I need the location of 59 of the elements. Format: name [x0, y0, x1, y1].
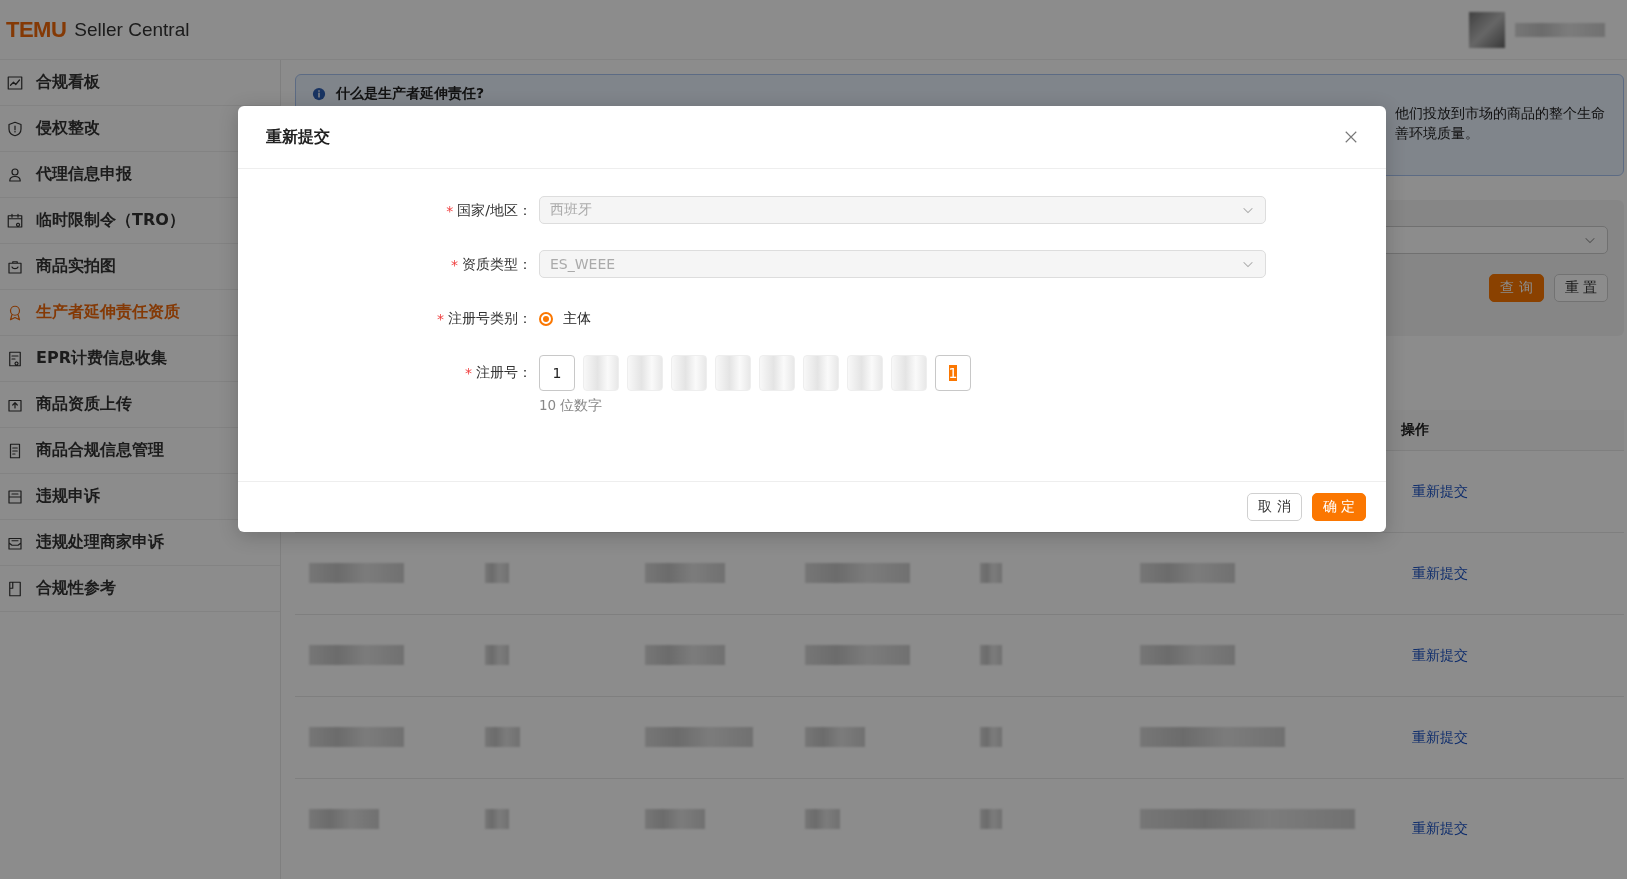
blurred-digit-input[interactable]	[671, 355, 707, 391]
filter-button[interactable]: 重 置	[1553, 273, 1608, 302]
blurred-text	[645, 809, 705, 829]
blurred-digit-input[interactable]	[715, 355, 751, 391]
digit-input[interactable]: 1	[935, 355, 971, 391]
blurred-text	[485, 563, 509, 583]
blurred-text	[485, 645, 509, 665]
radio-option[interactable]: 主体	[539, 304, 591, 334]
resubmit-link[interactable]: 重新提交	[1412, 564, 1468, 583]
logo: TEMU	[6, 16, 67, 43]
menu-item-icon	[6, 487, 24, 506]
alert-text: 善环境质量。	[1395, 124, 1480, 143]
blurred-text	[980, 645, 1002, 665]
blurred-digit-input[interactable]	[847, 355, 883, 391]
digit-input[interactable]: 1	[539, 355, 575, 391]
blurred-text	[805, 727, 865, 747]
column-header: 操作	[1401, 421, 1429, 439]
sidebar-item[interactable]: 合规性参考	[0, 566, 280, 612]
blurred-avatar	[1469, 11, 1505, 48]
blurred-digit-input[interactable]	[759, 355, 795, 391]
resubmit-link[interactable]: 重新提交	[1412, 482, 1468, 501]
field-label: 国家/地区：	[457, 202, 532, 220]
alert-title: 什么是生产者延伸责任?	[336, 85, 485, 103]
required-mark: *	[451, 257, 458, 273]
resubmit-link[interactable]: 重新提交	[1412, 646, 1468, 665]
menu-item-icon	[6, 211, 24, 230]
blurred-text	[980, 809, 1002, 829]
blurred-digit-input[interactable]	[583, 355, 619, 391]
menu-item-icon	[6, 119, 24, 138]
field-hint: 10 位数字	[539, 397, 604, 415]
resubmit-link[interactable]: 重新提交	[1412, 820, 1468, 838]
blurred-text	[309, 809, 379, 829]
required-mark: *	[465, 365, 472, 381]
field-label: 注册号类别：	[448, 310, 532, 328]
blurred-text	[980, 563, 1002, 583]
dialog-button[interactable]: 取 消	[1247, 493, 1302, 521]
field-label: 资质类型：	[462, 256, 532, 274]
required-mark: *	[446, 203, 454, 219]
menu-item-icon	[6, 165, 24, 184]
dialog-button[interactable]: 确 定	[1311, 493, 1366, 521]
alert-text: 他们投放到市场的商品的整个生命	[1395, 104, 1606, 123]
blurred-text	[485, 809, 509, 829]
blurred-text	[805, 809, 840, 829]
blurred-digit-input[interactable]	[891, 355, 927, 391]
info-icon	[312, 87, 326, 101]
field-label: 注册号：	[476, 364, 532, 382]
close-icon[interactable]	[1344, 130, 1358, 144]
menu-item-icon	[6, 579, 24, 598]
menu-item-icon	[6, 349, 24, 368]
blurred-text	[980, 727, 1002, 747]
resubmit-link[interactable]: 重新提交	[1412, 728, 1468, 747]
menu-item-icon	[6, 73, 24, 92]
sidebar-item[interactable]: 合规看板	[0, 60, 280, 106]
app-title: Seller Central	[74, 18, 190, 41]
required-mark: *	[437, 311, 444, 327]
blurred-text	[485, 727, 520, 747]
blurred-digit-input[interactable]	[803, 355, 839, 391]
radio-button[interactable]	[539, 312, 553, 326]
blurred-digit-input[interactable]	[627, 355, 663, 391]
